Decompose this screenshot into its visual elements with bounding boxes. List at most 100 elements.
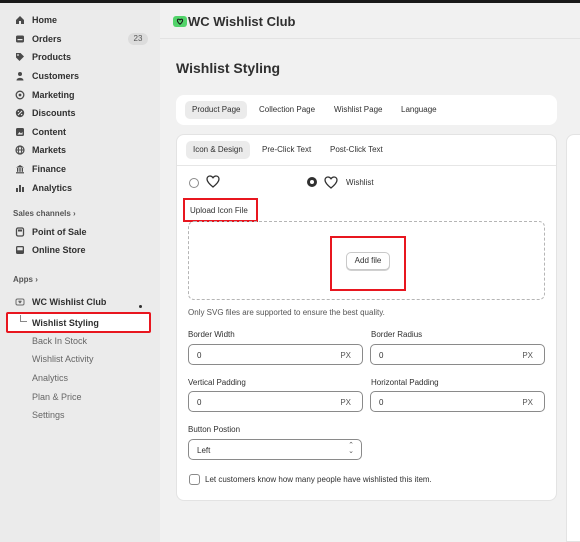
sidebar-item-finance[interactable]: Finance [0, 160, 160, 178]
border-width-label: Border Width [188, 330, 235, 339]
content-icon [14, 126, 26, 138]
wishlist-app-icon [14, 296, 26, 308]
sidebar-item-discounts[interactable]: Discounts [0, 104, 160, 122]
page-tabs: Product Page Collection Page Wishlist Pa… [176, 95, 557, 125]
chevron-right-icon: › [73, 209, 76, 218]
target-icon [14, 89, 26, 101]
apps-heading[interactable]: Apps › [13, 275, 38, 284]
sidebar-subitem-plan-price[interactable]: Plan & Price [32, 392, 82, 402]
sidebar-item-point-of-sale[interactable]: Point of Sale [0, 223, 160, 241]
border-radius-label: Border Radius [371, 330, 423, 339]
upload-hint: Only SVG files are supported to ensure t… [188, 308, 385, 317]
add-file-highlight: Add file [330, 236, 406, 291]
orders-icon [14, 33, 26, 45]
sidebar-item-label: Point of Sale [32, 227, 87, 237]
sidebar-item-label: Markets [32, 145, 67, 155]
border-radius-value: 0 [379, 351, 384, 360]
sidebar-item-label: Marketing [32, 90, 75, 100]
subtab-icon-design[interactable]: Icon & Design [186, 141, 250, 159]
orders-count-badge: 23 [128, 33, 148, 45]
show-wishlist-count-checkbox[interactable] [189, 474, 200, 485]
preview-card [566, 134, 580, 542]
sidebar-subitem-wishlist-activity[interactable]: Wishlist Activity [32, 354, 94, 364]
button-position-select[interactable]: Left ⌃ ⌄ [188, 439, 362, 460]
subtab-pre-click-text[interactable]: Pre-Click Text [255, 141, 318, 159]
button-position-value: Left [197, 446, 211, 455]
sidebar-item-label: Finance [32, 164, 67, 174]
home-icon [14, 14, 26, 26]
sidebar-item-label: Discounts [32, 108, 76, 118]
heart-icon [324, 176, 338, 191]
border-radius-input[interactable]: 0 PX [370, 344, 545, 365]
vertical-padding-value: 0 [197, 398, 202, 407]
globe-icon [14, 144, 26, 156]
sidebar-item-label: Online Store [32, 245, 86, 255]
horizontal-padding-label: Horizontal Padding [371, 378, 439, 387]
vertical-padding-input[interactable]: 0 PX [188, 391, 363, 412]
tab-product-page[interactable]: Product Page [185, 101, 248, 119]
sidebar-item-analytics[interactable]: Analytics [0, 179, 160, 197]
upload-icon-label: Upload Icon File [190, 206, 248, 215]
sidebar-item-label: WC Wishlist Club [32, 297, 107, 307]
sidebar-item-home[interactable]: Home [0, 11, 160, 29]
pos-icon [14, 226, 26, 238]
tab-collection-page[interactable]: Collection Page [252, 101, 322, 119]
heart-icon [206, 175, 220, 190]
add-file-button[interactable]: Add file [346, 252, 390, 270]
sidebar-item-label: Home [32, 15, 58, 25]
tab-wishlist-page[interactable]: Wishlist Page [327, 101, 389, 119]
chevron-right-icon: › [35, 275, 38, 284]
app-logo-icon [173, 16, 187, 27]
sidebar-item-label: Orders [32, 34, 62, 44]
store-icon [14, 244, 26, 256]
subitem-indent-icon [20, 315, 27, 322]
divider [177, 165, 556, 166]
sidebar-item-label: Customers [32, 71, 80, 81]
horizontal-padding-input[interactable]: 0 PX [370, 391, 545, 412]
sales-channels-heading[interactable]: Sales channels › [13, 209, 76, 218]
border-width-input[interactable]: 0 PX [188, 344, 363, 365]
icon-text-radio[interactable] [307, 177, 317, 187]
icon-only-radio[interactable] [189, 178, 199, 188]
wishlist-option-label: Wishlist [346, 178, 374, 187]
sidebar-item-products[interactable]: Products [0, 48, 160, 66]
sidebar: Home Orders 23 Products Customers Market… [0, 3, 160, 542]
subtab-post-click-text[interactable]: Post-Click Text [323, 141, 390, 159]
vertical-padding-unit: PX [340, 398, 351, 407]
tab-language[interactable]: Language [394, 101, 444, 119]
sales-channels-heading-label: Sales channels [13, 209, 71, 218]
sidebar-subitem-wishlist-styling[interactable]: Wishlist Styling [6, 312, 151, 333]
sidebar-subitem-settings[interactable]: Settings [32, 410, 65, 420]
border-width-unit: PX [340, 351, 351, 360]
sidebar-subitem-label: Wishlist Styling [32, 318, 99, 328]
horizontal-padding-unit: PX [522, 398, 533, 407]
sidebar-subitem-back-in-stock[interactable]: Back In Stock [32, 336, 87, 346]
sidebar-item-marketing[interactable]: Marketing [0, 86, 160, 104]
border-radius-unit: PX [522, 351, 533, 360]
upload-label-highlight: Upload Icon File [183, 198, 258, 222]
bar-chart-icon [14, 182, 26, 194]
button-position-label: Button Postion [188, 425, 241, 434]
sidebar-item-label: Analytics [32, 183, 73, 193]
sidebar-item-wc-wishlist-club[interactable]: WC Wishlist Club [0, 293, 160, 311]
sidebar-item-orders[interactable]: Orders 23 [0, 30, 160, 48]
tag-icon [14, 51, 26, 63]
sidebar-item-content[interactable]: Content [0, 123, 160, 141]
apps-heading-label: Apps [13, 275, 33, 284]
sidebar-subitem-analytics[interactable]: Analytics [32, 373, 68, 383]
person-icon [14, 70, 26, 82]
horizontal-padding-value: 0 [379, 398, 384, 407]
page-title: Wishlist Styling [176, 60, 281, 76]
app-title: WC Wishlist Club [188, 14, 296, 29]
main-content: WC Wishlist Club Wishlist Styling Produc… [160, 3, 580, 542]
sidebar-item-customers[interactable]: Customers [0, 67, 160, 85]
show-wishlist-count-label: Let customers know how many people have … [205, 475, 432, 484]
select-chevrons-icon: ⌃ ⌄ [348, 442, 354, 455]
app-header: WC Wishlist Club [160, 3, 580, 39]
styling-card: Icon & Design Pre-Click Text Post-Click … [176, 134, 557, 501]
discount-icon [14, 107, 26, 119]
vertical-padding-label: Vertical Padding [188, 378, 246, 387]
sidebar-item-label: Products [32, 52, 72, 62]
sidebar-item-markets[interactable]: Markets [0, 141, 160, 159]
sidebar-item-online-store[interactable]: Online Store [0, 241, 160, 259]
